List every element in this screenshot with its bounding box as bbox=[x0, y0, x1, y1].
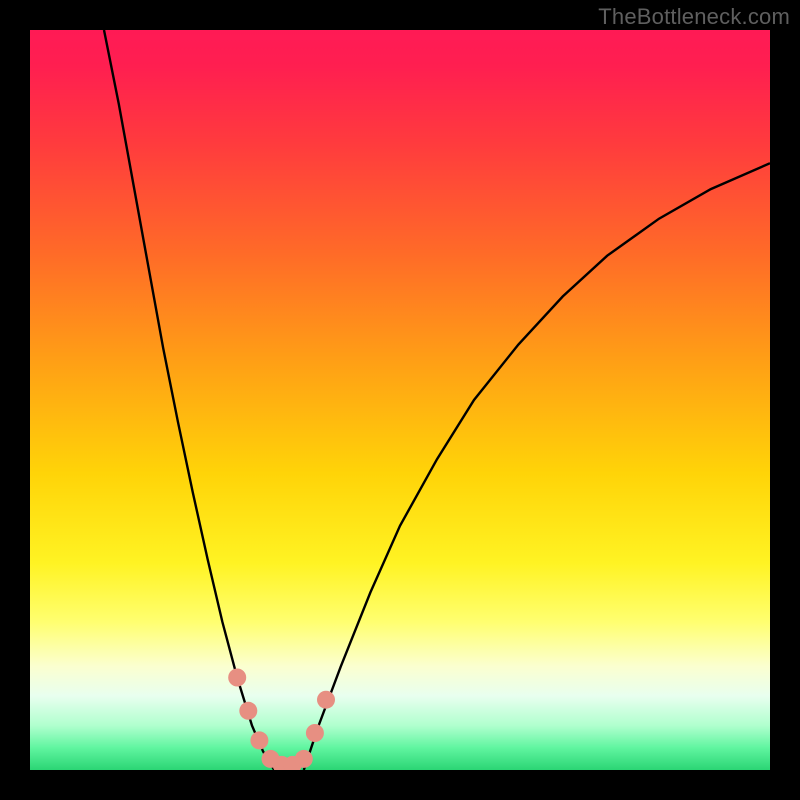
left-curve bbox=[104, 30, 274, 770]
watermark-text: TheBottleneck.com bbox=[598, 4, 790, 30]
highlight-dot bbox=[306, 724, 324, 742]
curve-layer bbox=[30, 30, 770, 770]
highlight-dot bbox=[317, 691, 335, 709]
chart-frame: TheBottleneck.com bbox=[0, 0, 800, 800]
highlight-dot bbox=[228, 669, 246, 687]
highlight-dot bbox=[295, 750, 313, 768]
right-curve bbox=[304, 163, 770, 770]
plot-area bbox=[30, 30, 770, 770]
highlight-dot bbox=[250, 731, 268, 749]
highlight-dot bbox=[239, 702, 257, 720]
highlight-dots-group bbox=[228, 669, 335, 771]
